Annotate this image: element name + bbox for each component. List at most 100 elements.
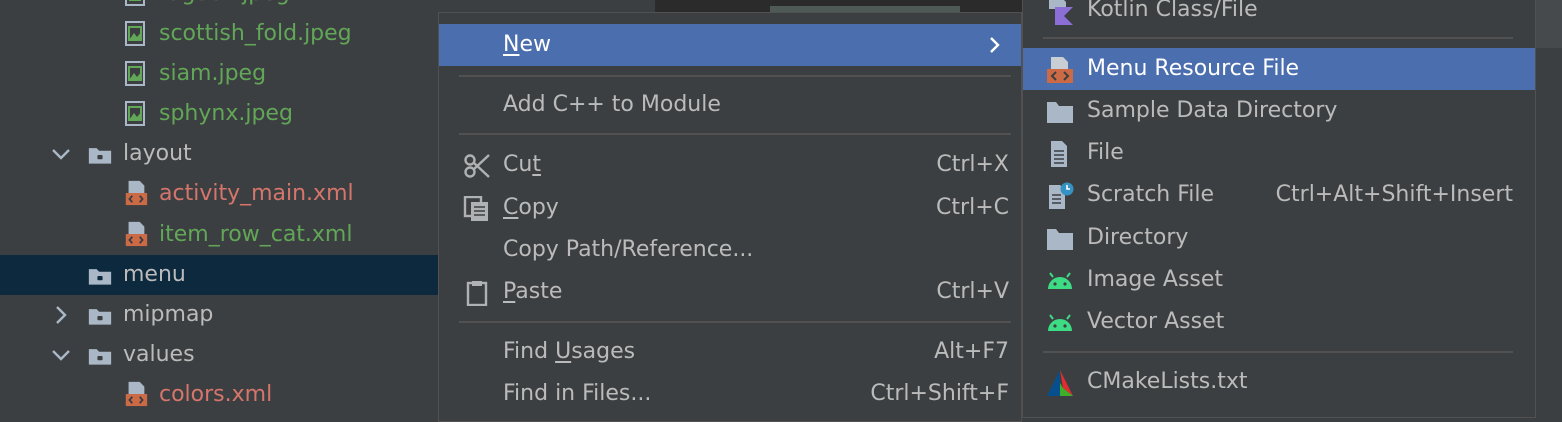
tree-item-label: values — [123, 342, 195, 367]
menu-item-label: Paste — [503, 279, 563, 304]
tree-item-label: mipmap — [123, 302, 214, 327]
project-tree: ragdoll.jpeg scottish_fold.jpeg siam.jpe… — [0, 0, 438, 416]
submenu-item-vector-asset[interactable]: Vector Asset — [1023, 301, 1535, 343]
android-icon — [1048, 272, 1072, 289]
menu-item-copy[interactable]: Copy Ctrl+C — [439, 187, 1021, 229]
menu-item-label: Cut — [503, 152, 541, 177]
menu-item-find-usages[interactable]: Find Usages Alt+F7 — [439, 331, 1021, 373]
tree-item-scottish-fold[interactable]: scottish_fold.jpeg — [0, 14, 438, 54]
tree-item-layout[interactable]: layout — [0, 134, 438, 174]
folder-icon — [88, 148, 112, 164]
submenu-item-label: CMakeLists.txt — [1087, 369, 1248, 394]
tree-item-label: sphynx.jpeg — [159, 101, 293, 126]
tree-item-label: layout — [123, 141, 192, 166]
menu-item-add-cpp[interactable]: Add C++ to Module — [439, 84, 1021, 126]
editor-area — [655, 0, 1055, 12]
menu-item-new[interactable]: New — [439, 24, 1021, 66]
submenu-item-label: Vector Asset — [1087, 309, 1225, 334]
tree-item-ragdoll[interactable]: ragdoll.jpeg — [0, 0, 438, 14]
menu-separator — [1043, 351, 1513, 353]
tree-item-label: colors.xml — [159, 382, 273, 407]
menu-item-label: Add C++ to Module — [503, 92, 721, 117]
menu-item-label: New — [503, 32, 551, 57]
menu-item-label: Copy — [503, 195, 559, 220]
tree-item-label: activity_main.xml — [159, 181, 354, 206]
file-icon — [1051, 141, 1067, 167]
folder-icon — [1047, 229, 1073, 250]
folder-icon — [88, 349, 112, 365]
tree-item-mipmap[interactable]: mipmap — [0, 295, 438, 335]
menu-separator — [459, 75, 1011, 77]
chevron-down-icon[interactable] — [50, 143, 72, 165]
submenu-item-shortcut: Ctrl+Alt+Shift+Insert — [1275, 182, 1513, 207]
tool-strip-button[interactable] — [1536, 0, 1562, 48]
xml-file-icon — [125, 221, 148, 247]
xml-file-icon — [125, 180, 148, 206]
tree-item-label: item_row_cat.xml — [159, 222, 353, 247]
menu-item-find-in-files[interactable]: Find in Files... Ctrl+Shift+F — [439, 373, 1021, 415]
folder-icon — [88, 309, 112, 325]
folder-icon — [1047, 102, 1073, 123]
scratch-file-icon — [1049, 182, 1074, 209]
submenu-item-label: Kotlin Class/File — [1087, 0, 1258, 22]
submenu-item-label: Image Asset — [1087, 267, 1224, 292]
xml-file-icon — [125, 381, 148, 407]
chevron-right-icon — [990, 37, 1000, 53]
tree-item-siam[interactable]: siam.jpeg — [0, 54, 438, 94]
menu-item-copy-path[interactable]: Copy Path/Reference... — [439, 229, 1021, 271]
tree-item-colors[interactable]: colors.xml — [0, 375, 438, 415]
tree-item-activity-main[interactable]: activity_main.xml — [0, 174, 438, 214]
xml-resource-icon — [1047, 57, 1073, 83]
submenu-item-sample-data-directory[interactable]: Sample Data Directory — [1023, 90, 1535, 132]
kotlin-file-icon — [1049, 0, 1073, 25]
menu-item-shortcut: Ctrl+X — [936, 152, 1009, 177]
tree-item-label: ragdoll.jpeg — [159, 0, 290, 14]
image-file-icon — [125, 21, 145, 46]
copy-icon — [463, 196, 488, 221]
menu-separator — [1043, 37, 1513, 39]
submenu-item-scratch-file[interactable]: Scratch File Ctrl+Alt+Shift+Insert — [1023, 174, 1535, 216]
cmake-icon — [1047, 370, 1073, 396]
menu-item-shortcut: Ctrl+C — [936, 195, 1009, 220]
tree-item-values[interactable]: values — [0, 335, 438, 375]
submenu-item-label: File — [1087, 140, 1124, 165]
menu-item-shortcut: Alt+F7 — [934, 339, 1009, 364]
android-icon — [1048, 314, 1072, 331]
submenu-item-kotlin[interactable]: Kotlin Class/File — [1023, 0, 1535, 31]
clipboard-icon — [466, 281, 488, 306]
submenu-item-label: Menu Resource File — [1087, 56, 1300, 81]
scissors-icon — [464, 154, 490, 178]
menu-separator — [459, 321, 1011, 323]
image-file-icon — [125, 61, 145, 86]
menu-item-label: Copy Path/Reference... — [503, 237, 754, 262]
tree-item-menu[interactable]: menu — [0, 255, 438, 295]
new-submenu: Kotlin Class/File Menu Resource File Sam… — [1022, 0, 1536, 418]
tree-item-sphynx[interactable]: sphynx.jpeg — [0, 94, 438, 134]
folder-icon — [88, 269, 112, 285]
image-file-icon — [125, 101, 145, 126]
menu-item-shortcut: Ctrl+V — [936, 279, 1009, 304]
right-tool-strip — [1536, 0, 1562, 416]
submenu-item-image-asset[interactable]: Image Asset — [1023, 259, 1535, 301]
menu-item-paste[interactable]: Paste Ctrl+V — [439, 271, 1021, 313]
tree-item-label: menu — [123, 262, 186, 287]
submenu-item-label: Scratch File — [1087, 182, 1215, 207]
tree-item-label: scottish_fold.jpeg — [159, 21, 352, 46]
menu-item-label: Find Usages — [503, 339, 636, 364]
submenu-item-file[interactable]: File — [1023, 132, 1535, 174]
submenu-item-directory[interactable]: Directory — [1023, 217, 1535, 259]
chevron-right-icon[interactable] — [50, 304, 72, 326]
submenu-item-label: Directory — [1087, 225, 1189, 250]
menu-separator — [459, 133, 1011, 135]
submenu-item-menu-resource[interactable]: Menu Resource File — [1023, 48, 1535, 90]
submenu-item-cmake[interactable]: CMakeLists.txt — [1023, 361, 1535, 403]
menu-item-label: Find in Files... — [503, 381, 652, 406]
menu-item-shortcut: Ctrl+Shift+F — [870, 381, 1009, 406]
context-menu: New Add C++ to Module Cut Ctrl+X Copy Ct… — [438, 12, 1022, 422]
chevron-down-icon[interactable] — [50, 344, 72, 366]
image-file-icon — [125, 0, 145, 6]
tree-item-item-row-cat[interactable]: item_row_cat.xml — [0, 215, 438, 255]
tree-item-label: siam.jpeg — [159, 61, 267, 86]
submenu-item-label: Sample Data Directory — [1087, 98, 1338, 123]
menu-item-cut[interactable]: Cut Ctrl+X — [439, 144, 1021, 186]
